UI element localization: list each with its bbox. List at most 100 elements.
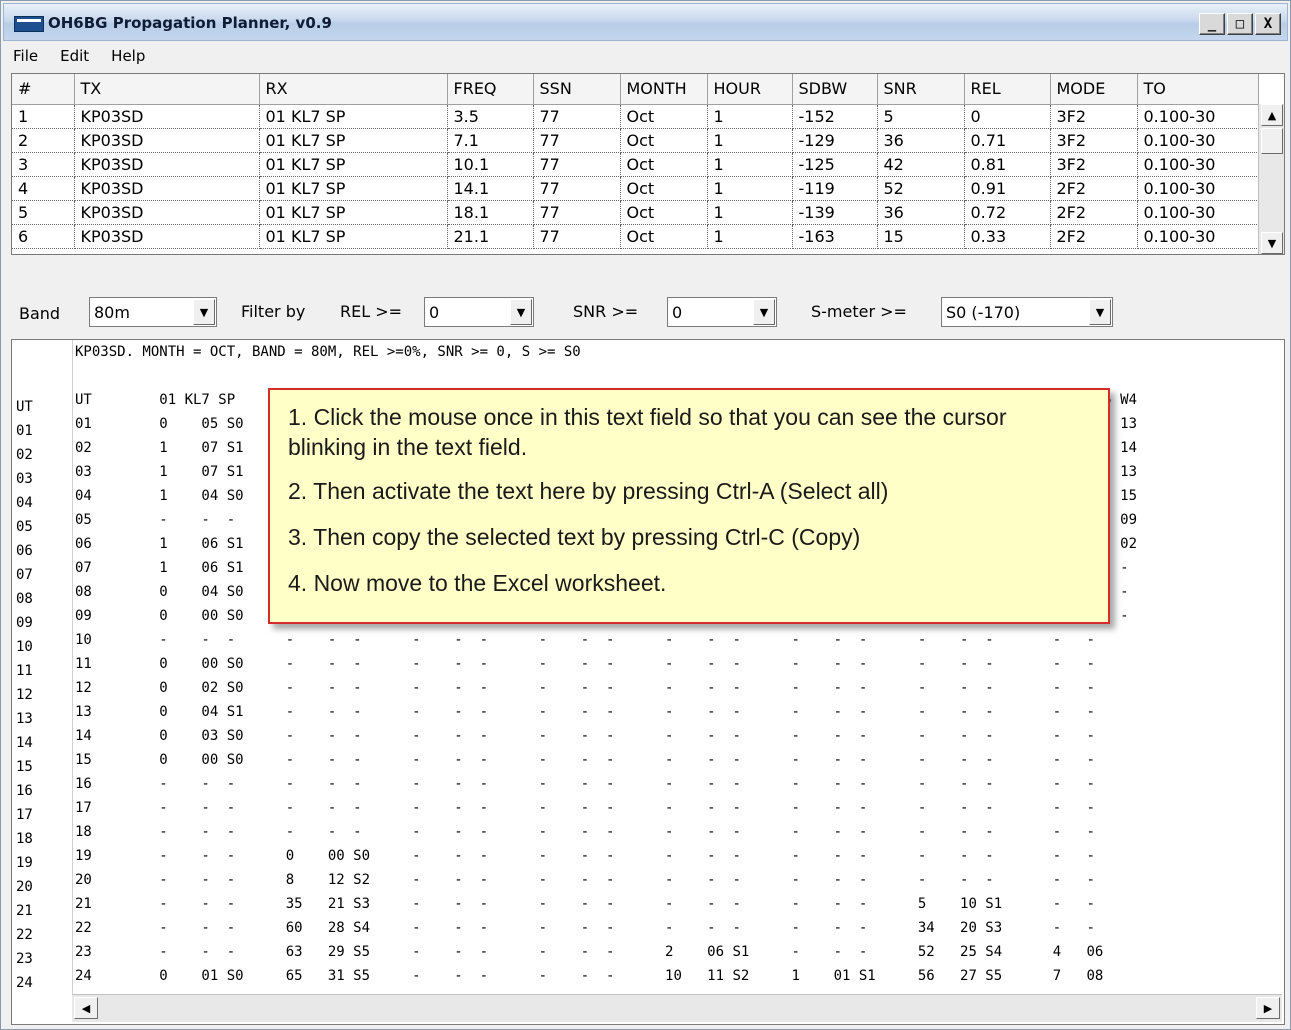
table-cell: 3F2: [1050, 152, 1138, 177]
column-header-rel[interactable]: REL: [964, 74, 1051, 105]
table-cell: 0.33: [964, 224, 1051, 249]
table-row[interactable]: 1 KP03SD 01 KL7 SP 3.5 77 Oct 1 -152 5 0 3F2 0.100-…: [12, 104, 1259, 129]
table-cell: 01 KL7 SP: [259, 224, 448, 249]
chevron-down-icon[interactable]: ▼: [193, 299, 215, 325]
menu-help[interactable]: Help: [107, 45, 149, 67]
table-cell: 52: [877, 176, 965, 201]
table-cell: 5: [877, 104, 965, 129]
table-cell: Oct: [620, 104, 708, 129]
smeter-select-value: S0 (-170): [946, 303, 1021, 322]
table-cell: 77: [533, 224, 621, 249]
column-header-freq[interactable]: FREQ: [447, 74, 534, 105]
table-cell: 01 KL7 SP: [259, 104, 448, 129]
table-cell: 0.72: [964, 200, 1051, 225]
scroll-right-icon[interactable]: ▶: [1256, 997, 1280, 1019]
table-cell: 4: [12, 176, 75, 201]
close-button[interactable]: X: [1255, 13, 1281, 35]
minimize-button[interactable]: _: [1199, 13, 1225, 35]
band-select-value: 80m: [94, 303, 130, 322]
menu-file[interactable]: File: [9, 45, 42, 67]
table-row[interactable]: 2 KP03SD 01 KL7 SP 7.1 77 Oct 1 -129 36 0.71 3F2 0.…: [12, 128, 1259, 153]
column-header-mode[interactable]: MODE: [1050, 74, 1138, 105]
table-cell: -119: [792, 176, 878, 201]
menu-edit[interactable]: Edit: [56, 45, 93, 67]
scroll-thumb[interactable]: [1261, 128, 1283, 154]
snr-label: SNR >=: [573, 302, 639, 321]
row-header: UT: [16, 399, 33, 415]
title-bar[interactable]: OH6BG Propagation Planner, v0.9 _ □ X: [3, 3, 1288, 41]
window-title: OH6BG Propagation Planner, v0.9: [48, 14, 332, 32]
row-header: 02: [16, 447, 33, 463]
table-cell: 6: [12, 224, 75, 249]
column-header-month[interactable]: MONTH: [620, 74, 708, 105]
table-cell: 0.91: [964, 176, 1051, 201]
table-cell: 01 KL7 SP: [259, 128, 448, 153]
scroll-left-icon[interactable]: ◀: [74, 997, 98, 1019]
table-row[interactable]: 3 KP03SD 01 KL7 SP 10.1 77 Oct 1 -125 42 0.81 3F2 0…: [12, 152, 1259, 177]
table-cell: 10.1: [447, 152, 534, 177]
table-cell: 36: [877, 128, 965, 153]
table-cell: 0.81: [964, 152, 1051, 177]
chevron-down-icon[interactable]: ▼: [753, 299, 775, 325]
table-row[interactable]: 5 KP03SD 01 KL7 SP 18.1 77 Oct 1 -139 36 0.72 2F2 0…: [12, 200, 1259, 225]
table-row[interactable]: 4 KP03SD 01 KL7 SP 14.1 77 Oct 1 -119 52 0.91 2F2 0…: [12, 176, 1259, 201]
row-header: 04: [16, 495, 33, 511]
table-cell: -163: [792, 224, 878, 249]
table-cell: 21.1: [447, 224, 534, 249]
table-vertical-scrollbar[interactable]: ▲ ▼: [1258, 104, 1284, 254]
table-cell: 0.100-30: [1137, 152, 1259, 177]
results-table: # TX RX FREQ SSN MONTH HOUR SDBW SNR REL…: [11, 73, 1285, 255]
table-cell: 36: [877, 200, 965, 225]
table-cell: 1: [12, 104, 75, 129]
rel-select[interactable]: 0 ▼: [424, 297, 534, 327]
menu-bar: File Edit Help: [9, 45, 149, 67]
column-header-tx[interactable]: TX: [74, 74, 260, 105]
row-header-column: UT 01 02 03 04 05 06 07 08 09 10 11 12 13 14 15 16 17 18 19…: [12, 395, 70, 994]
band-select[interactable]: 80m ▼: [89, 297, 217, 327]
table-cell: 5: [12, 200, 75, 225]
row-header: 13: [16, 711, 33, 727]
row-header: 23: [16, 951, 33, 967]
row-header: 05: [16, 519, 33, 535]
table-cell: -129: [792, 128, 878, 153]
table-cell: 2F2: [1050, 224, 1138, 249]
column-header-number[interactable]: #: [12, 74, 75, 105]
table-cell: 1: [707, 200, 793, 225]
column-header-rx[interactable]: RX: [259, 74, 448, 105]
rel-select-value: 0: [429, 303, 440, 322]
window-controls: _ □ X: [1199, 13, 1281, 35]
row-header: 09: [16, 615, 33, 631]
instruction-step-3: 3. Then copy the selected text by pressi…: [288, 524, 861, 550]
table-cell: 0.100-30: [1137, 104, 1259, 129]
scroll-up-icon[interactable]: ▲: [1261, 104, 1283, 126]
rel-label: REL >=: [340, 302, 403, 321]
table-cell: 77: [533, 128, 621, 153]
table-cell: -152: [792, 104, 878, 129]
column-header-snr[interactable]: SNR: [877, 74, 965, 105]
row-header: 03: [16, 471, 33, 487]
maximize-button[interactable]: □: [1227, 13, 1253, 35]
snr-select[interactable]: 0 ▼: [667, 297, 777, 327]
scroll-down-icon[interactable]: ▼: [1261, 232, 1283, 254]
instruction-step-4: 4. Now move to the Excel worksheet.: [288, 570, 667, 596]
snr-select-value: 0: [672, 303, 683, 322]
column-header-sdbw[interactable]: SDBW: [792, 74, 878, 105]
chevron-down-icon[interactable]: ▼: [1089, 299, 1111, 325]
table-cell: KP03SD: [74, 176, 260, 201]
column-header-hour[interactable]: HOUR: [707, 74, 793, 105]
row-header: 17: [16, 807, 33, 823]
row-header: 15: [16, 759, 33, 775]
row-header: 14: [16, 735, 33, 751]
column-header-ssn[interactable]: SSN: [533, 74, 621, 105]
column-header-to[interactable]: TO: [1137, 74, 1259, 105]
row-header: 20: [16, 879, 33, 895]
table-cell: 0: [964, 104, 1051, 129]
smeter-select[interactable]: S0 (-170) ▼: [941, 297, 1113, 327]
filter-by-label: Filter by: [241, 302, 306, 321]
table-row[interactable]: 6 KP03SD 01 KL7 SP 21.1 77 Oct 1 -163 15 0.33 2F2 0…: [12, 224, 1259, 249]
chevron-down-icon[interactable]: ▼: [510, 299, 532, 325]
table-cell: 01 KL7 SP: [259, 152, 448, 177]
horizontal-scrollbar[interactable]: ◀ ▶: [72, 994, 1282, 1022]
table-cell: 18.1: [447, 200, 534, 225]
table-cell: 42: [877, 152, 965, 177]
